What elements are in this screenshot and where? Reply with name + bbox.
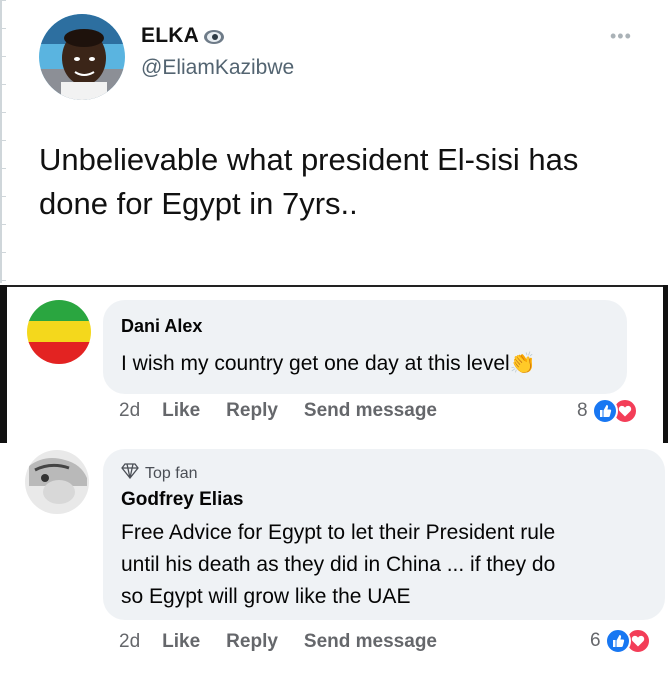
comment-author[interactable]: Godfrey Elias [121,489,244,511]
reaction-count: 8 [577,400,588,421]
comment-text-line: until his death as they did in China ...… [121,553,556,576]
tweet-card: ELKA @EliamKazibwe ••• Unbelievable what… [0,0,668,283]
reactions[interactable]: 8 [577,398,638,424]
reactions[interactable]: 6 [590,628,651,654]
reaction-count: 6 [590,630,601,651]
screenshot-border-left [0,285,7,443]
reply-button[interactable]: Reply [226,400,278,422]
comment-text: I wish my country get one day at this le… [121,348,536,380]
display-name-text: ELKA [141,24,199,47]
like-button[interactable]: Like [162,631,200,653]
more-options-icon[interactable]: ••• [610,26,632,47]
diamond-icon [121,463,139,484]
send-message-button[interactable]: Send message [304,631,437,653]
divider [0,285,668,287]
like-button[interactable]: Like [162,400,200,422]
commenter-avatar-godfrey[interactable] [25,450,89,514]
screenshot-border-right [663,285,668,443]
eye-emoji-icon [203,27,225,45]
clapping-hands-icon: 👏 [509,352,536,375]
comment-text-body: I wish my country get one day at this le… [121,352,510,375]
commenter-avatar-dani[interactable] [27,300,91,364]
grid-edge [2,0,6,283]
tweet-display-name[interactable]: ELKA [141,24,225,48]
send-message-button[interactable]: Send message [304,400,437,422]
like-reaction-icon [591,398,618,424]
comment-bubble[interactable]: Top fan Godfrey Elias Free Advice for Eg… [103,449,665,620]
comment-text-line: so Egypt will grow like the UAE [121,585,411,608]
comment-text: Free Advice for Egypt to let their Presi… [121,517,555,613]
comment-actions: 2d Like Reply Send message [119,631,463,653]
comment-time[interactable]: 2d [119,400,140,422]
reply-button[interactable]: Reply [226,631,278,653]
facebook-comments: Dani Alex I wish my country get one day … [0,285,668,680]
tweet-handle[interactable]: @EliamKazibwe [141,56,294,80]
tweet-avatar[interactable] [39,14,125,100]
comment-bubble[interactable]: Dani Alex I wish my country get one day … [103,300,627,394]
top-fan-label: Top fan [145,464,198,482]
comment-actions: 2d Like Reply Send message [119,400,463,422]
comment-text-line: Free Advice for Egypt to let their Presi… [121,521,556,544]
comment-time[interactable]: 2d [119,631,140,653]
top-fan-badge: Top fan [121,463,197,484]
comment-author[interactable]: Dani Alex [121,316,202,337]
like-reaction-icon [604,628,631,654]
tweet-text: Unbelievable what president El-sisi has … [39,142,579,221]
